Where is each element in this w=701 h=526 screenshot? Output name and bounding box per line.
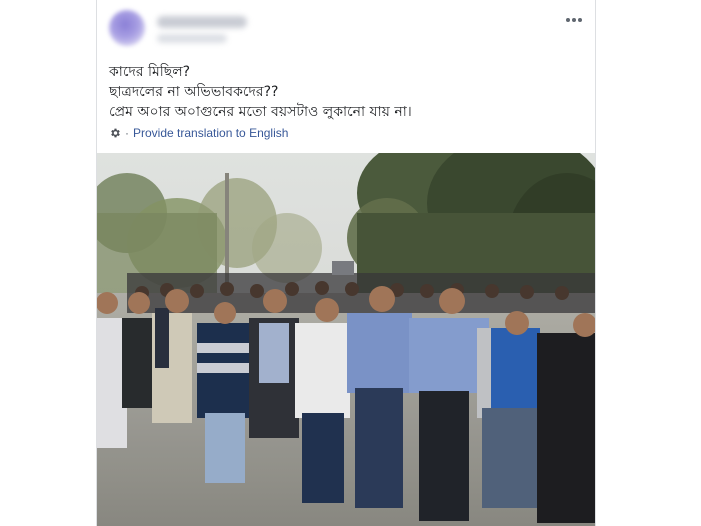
post-text-line: কাদের মিছিল?	[109, 64, 191, 80]
provide-translation-link[interactable]: Provide translation to English	[133, 126, 288, 140]
facebook-post-card: কাদের মিছিল? ছাত্রদলের না অভিভাবকদের?? প…	[96, 0, 596, 526]
more-options-button[interactable]	[563, 10, 585, 30]
author-name-redacted[interactable]	[157, 16, 247, 28]
post-photo[interactable]	[97, 153, 595, 526]
more-options-icon	[566, 18, 582, 22]
separator-dot: ·	[125, 126, 129, 140]
post-header	[97, 0, 595, 56]
post-text: কাদের মিছিল? ছাত্রদলের না অভিভাবকদের?? প…	[109, 62, 579, 122]
author-avatar[interactable]	[109, 10, 145, 46]
post-text-line: ছাত্রদলের না অভিভাবকদের??	[109, 84, 279, 100]
post-meta-redacted	[157, 34, 227, 43]
post-text-line: প্রেম অ০ার অ০াগুনের মতো বয়সটাও লুকানো য…	[109, 104, 412, 120]
protest-march-photo	[97, 153, 595, 526]
translate-row: · Provide translation to English	[109, 124, 288, 142]
gear-icon	[111, 128, 120, 138]
page: কাদের মিছিল? ছাত্রদলের না অভিভাবকদের?? প…	[0, 0, 701, 526]
